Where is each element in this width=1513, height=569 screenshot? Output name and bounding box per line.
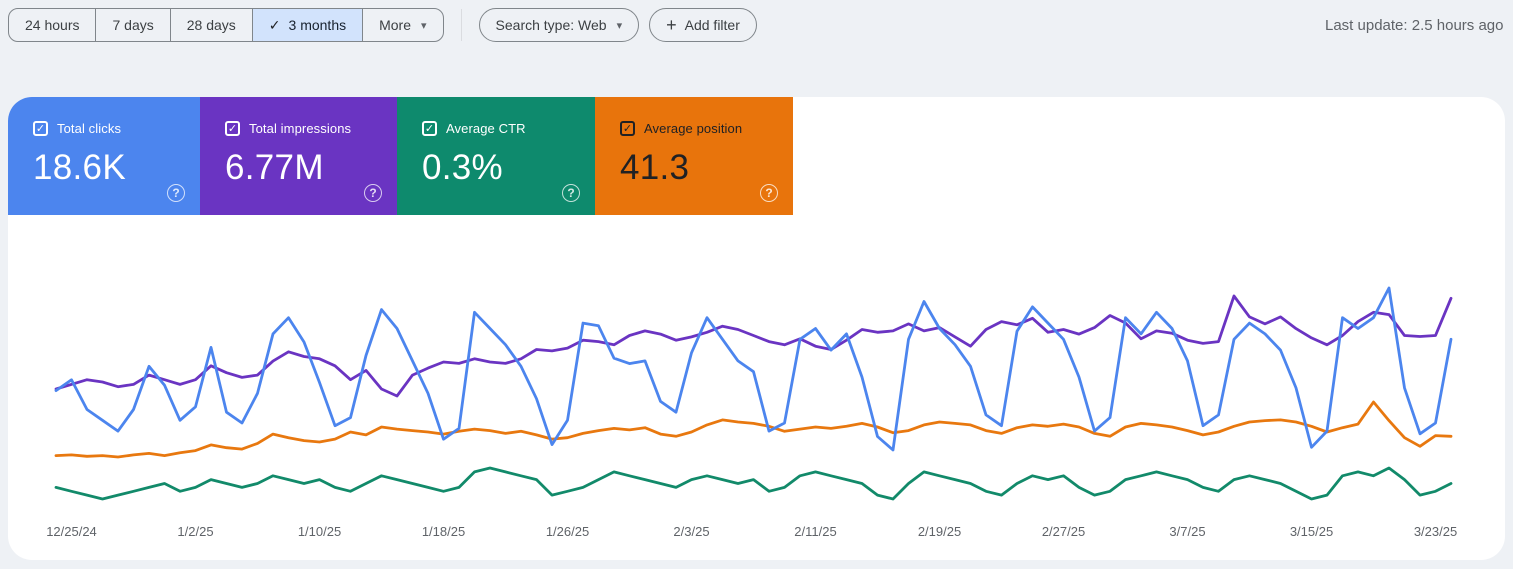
- metric-label: Total clicks: [57, 121, 122, 136]
- date-range-group: 24 hours 7 days 28 days ✓ 3 months More …: [8, 8, 444, 42]
- filter-toolbar: 24 hours 7 days 28 days ✓ 3 months More …: [8, 8, 757, 42]
- x-axis-label: 1/26/25: [546, 524, 589, 539]
- metric-card-average-position[interactable]: ✓ Average position 41.3 ?: [595, 97, 793, 215]
- x-axis-label: 1/10/25: [298, 524, 341, 539]
- metric-card-total-impressions[interactable]: ✓ Total impressions 6.77M ?: [200, 97, 397, 215]
- date-range-7-days[interactable]: 7 days: [95, 9, 169, 41]
- help-icon[interactable]: ?: [760, 184, 778, 202]
- add-filter-button[interactable]: + Add filter: [649, 8, 757, 42]
- metric-checkbox[interactable]: ✓: [422, 121, 437, 136]
- metric-label: Total impressions: [249, 121, 352, 136]
- chart-line-clicks: [54, 286, 1453, 452]
- date-range-3-months[interactable]: ✓ 3 months: [251, 9, 363, 41]
- add-filter-label: Add filter: [684, 17, 740, 33]
- x-axis-label: 2/3/25: [673, 524, 709, 539]
- date-range-24-hours[interactable]: 24 hours: [9, 9, 95, 41]
- date-range-28-days[interactable]: 28 days: [169, 9, 252, 41]
- date-range-label: 3 months: [288, 17, 347, 33]
- check-icon: ✓: [227, 123, 238, 135]
- metric-header: ✓ Average position: [620, 121, 793, 136]
- performance-card: ✓ Total clicks 18.6K ? ✓ Total impressio…: [8, 97, 1505, 560]
- metric-value: 0.3%: [422, 148, 503, 187]
- toolbar-divider: [460, 9, 462, 41]
- metric-label: Average position: [644, 121, 743, 136]
- search-type-dropdown[interactable]: Search type: Web ▾: [478, 8, 640, 42]
- search-type-label: Search type: Web: [495, 17, 607, 33]
- metric-value: 6.77M: [225, 148, 324, 187]
- chart-line-ctr: [54, 466, 1453, 501]
- metric-header: ✓ Total impressions: [225, 121, 397, 136]
- metric-checkbox[interactable]: ✓: [620, 121, 635, 136]
- x-axis-label: 3/15/25: [1290, 524, 1333, 539]
- help-icon[interactable]: ?: [364, 184, 382, 202]
- chevron-down-icon: ▾: [616, 19, 623, 32]
- metric-header: ✓ Average CTR: [422, 121, 595, 136]
- chart-line-impressions: [54, 294, 1453, 398]
- more-label: More: [379, 17, 412, 33]
- metric-value: 18.6K: [33, 148, 126, 187]
- x-axis-label: 1/2/25: [177, 524, 213, 539]
- x-axis-label: 2/19/25: [918, 524, 961, 539]
- chevron-down-icon: ▾: [421, 19, 427, 32]
- last-update-text: Last update: 2.5 hours ago: [1325, 17, 1504, 34]
- help-icon[interactable]: ?: [562, 184, 580, 202]
- metrics-row: ✓ Total clicks 18.6K ? ✓ Total impressio…: [8, 97, 1505, 215]
- check-icon: ✓: [35, 123, 46, 135]
- x-axis-label: 1/18/25: [422, 524, 465, 539]
- check-icon: ✓: [424, 123, 435, 135]
- metric-card-average-ctr[interactable]: ✓ Average CTR 0.3% ?: [397, 97, 595, 215]
- metric-label: Average CTR: [446, 121, 526, 136]
- x-axis-label: 2/11/25: [794, 524, 836, 539]
- check-icon: ✓: [622, 123, 633, 135]
- x-axis-label: 3/23/25: [1414, 524, 1457, 539]
- x-axis-label: 12/25/24: [46, 524, 97, 539]
- plus-icon: +: [666, 15, 677, 35]
- x-axis-label: 2/27/25: [1042, 524, 1085, 539]
- chart-line-position: [54, 400, 1453, 459]
- metric-card-total-clicks[interactable]: ✓ Total clicks 18.6K ?: [8, 97, 200, 215]
- metric-checkbox[interactable]: ✓: [225, 121, 240, 136]
- help-icon[interactable]: ?: [167, 184, 185, 202]
- metric-checkbox[interactable]: ✓: [33, 121, 48, 136]
- performance-chart[interactable]: 12/25/24 1/2/25 1/10/25 1/18/25 1/26/25 2/3/2…: [8, 250, 1505, 550]
- date-range-more[interactable]: More ▾: [362, 9, 442, 41]
- check-icon: ✓: [268, 16, 281, 33]
- metric-value: 41.3: [620, 148, 690, 187]
- x-axis-label: 3/7/25: [1169, 524, 1205, 539]
- metric-header: ✓ Total clicks: [33, 121, 200, 136]
